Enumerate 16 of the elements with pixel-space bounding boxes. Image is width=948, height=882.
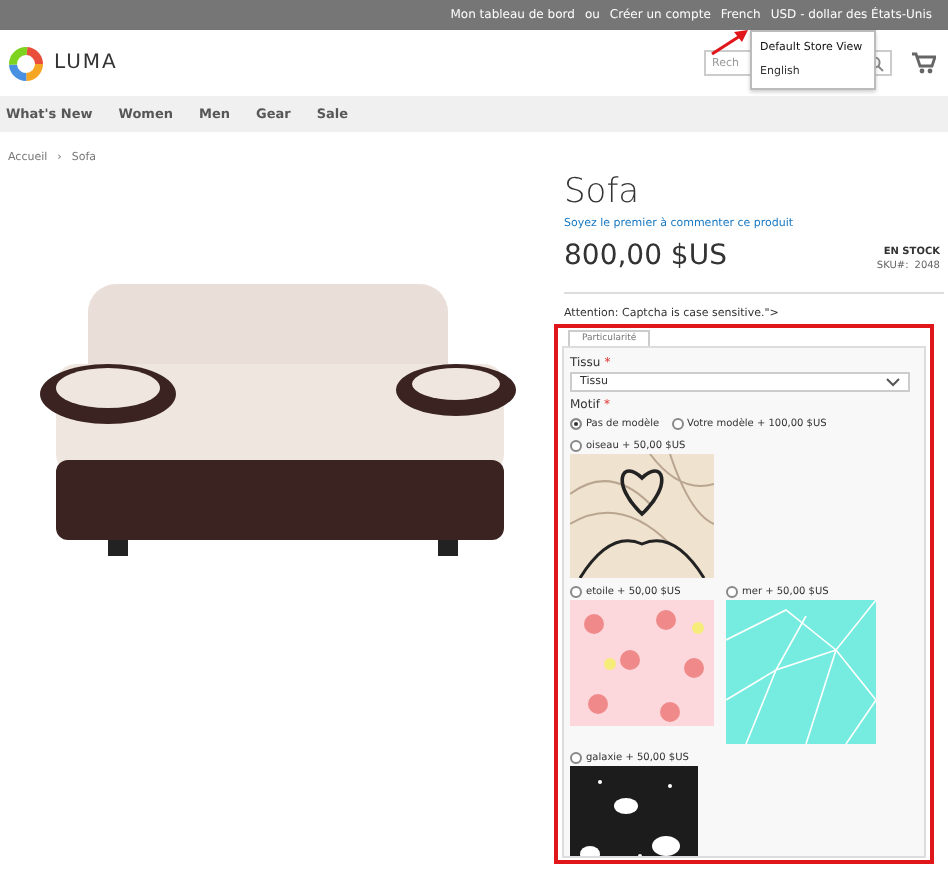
- cart-icon[interactable]: [912, 52, 936, 74]
- radio-button[interactable]: [570, 586, 582, 598]
- radio-button[interactable]: [570, 418, 582, 430]
- radio-button[interactable]: [570, 752, 582, 764]
- product-title: Sofa: [564, 172, 642, 212]
- hearts-pattern[interactable]: [570, 454, 714, 578]
- annotation-arrow: [710, 28, 750, 56]
- radio-button[interactable]: [671, 418, 684, 430]
- logo-icon: [8, 45, 44, 81]
- radio-button[interactable]: [726, 586, 738, 598]
- radio-button[interactable]: [570, 440, 582, 452]
- chevron-icon: [886, 377, 900, 387]
- logo-text: LUMA: [54, 52, 118, 74]
- space-pattern[interactable]: [570, 766, 698, 856]
- strawberry-pattern[interactable]: [570, 600, 714, 726]
- product-price: 800,00 $US: [564, 240, 727, 272]
